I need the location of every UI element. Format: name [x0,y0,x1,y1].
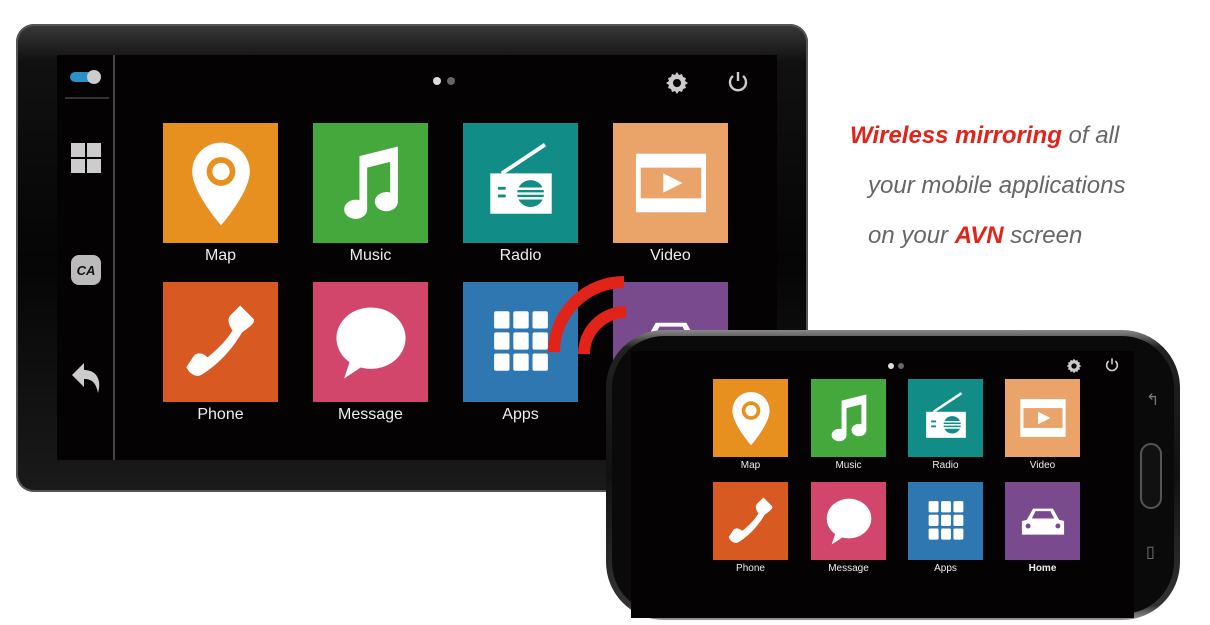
app-label: Phone [197,406,244,423]
app-label: Video [1029,460,1056,471]
app-label: Music [349,247,392,264]
recent-apps-icon[interactable]: ▯ [1146,542,1155,562]
app-tile-message[interactable] [811,482,886,560]
gear-icon[interactable] [1066,358,1082,379]
back-arrow-icon[interactable] [69,360,103,396]
app-tile-phone[interactable] [713,482,788,560]
app-tile-message[interactable] [313,282,428,402]
app-tile-radio[interactable] [463,123,578,243]
app-label: Radio [932,460,959,471]
tagline-line3: on your AVN screen [868,222,1083,249]
tagline-line1: Wireless mirroring of all [850,122,1120,149]
phone-screen: Map Music Radio Video Phone Message Apps Home [631,351,1134,618]
app-label: Music [835,460,862,471]
video-film-icon [1019,399,1066,437]
map-pin-icon [191,142,250,226]
back-icon[interactable]: ↰ [1146,390,1159,410]
app-label: Message [828,563,869,574]
wireless-signal-icon [548,276,627,355]
grid-icon[interactable] [69,141,103,175]
app-tile-home[interactable] [1005,482,1080,560]
message-bubble-icon [335,307,406,379]
map-pin-icon [731,391,770,446]
app-tile-video[interactable] [1005,379,1080,457]
app-tile-map[interactable] [163,123,278,243]
app-tile-radio[interactable] [908,379,983,457]
message-bubble-icon [826,498,871,545]
music-note-icon [831,394,866,442]
app-tile-phone[interactable] [163,282,278,402]
apps-grid-icon [928,501,963,540]
smartphone: Map Music Radio Video Phone Message Apps Home ↰… [606,330,1180,620]
phone-icon [185,305,254,376]
page-dot[interactable] [888,363,894,369]
radio-icon [489,143,552,214]
page-indicator [888,363,904,369]
app-tile-map[interactable] [713,379,788,457]
car-icon [1021,508,1064,535]
phone-icon [728,497,772,543]
home-button[interactable] [1140,443,1162,509]
toggle-icon[interactable] [69,67,103,87]
app-label: Apps [934,563,957,574]
app-label: Video [650,247,691,264]
page-dot[interactable] [447,77,455,85]
ca-logo-icon[interactable]: CA [69,253,103,287]
app-label: Apps [502,406,539,423]
app-tile-apps[interactable] [908,482,983,560]
app-label: Map [740,460,761,471]
radio-icon [925,392,966,438]
svg-text:CA: CA [77,263,96,278]
page-dot[interactable] [898,363,904,369]
page-indicator [433,77,455,85]
app-label: Map [204,247,237,264]
app-label: Radio [499,247,542,264]
power-icon[interactable] [726,70,750,99]
app-tile-video[interactable] [613,123,728,243]
music-note-icon [343,146,398,219]
sidebar: CA [57,55,115,460]
app-label: Home [1028,563,1057,574]
tagline-line2: your mobile applications [868,172,1126,199]
app-label: Phone [736,563,765,574]
gear-icon[interactable] [665,71,689,100]
video-film-icon [635,153,706,213]
page-dot[interactable] [433,77,441,85]
app-tile-music[interactable] [811,379,886,457]
app-tile-music[interactable] [313,123,428,243]
power-icon[interactable] [1104,357,1120,378]
app-label: Message [338,406,403,423]
